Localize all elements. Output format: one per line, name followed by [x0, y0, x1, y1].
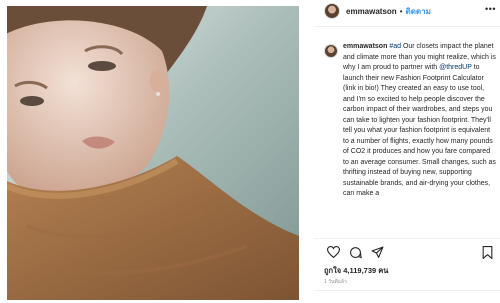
caption-mention[interactable]: @thredUP: [439, 64, 472, 71]
post-header: emmawatson • ติดตาม •••: [324, 0, 500, 22]
caption-username[interactable]: emmawatson: [343, 43, 387, 50]
heart-icon[interactable]: [324, 244, 342, 260]
separator-dot: •: [399, 6, 403, 16]
more-options-icon[interactable]: •••: [485, 4, 496, 14]
likes-count[interactable]: ถูกใจ 4,119,739 คน: [324, 265, 388, 277]
instagram-post: emmawatson • ติดตาม ••• emmawatson #ad O…: [0, 0, 500, 303]
post-actions: [324, 244, 500, 260]
post-image[interactable]: [7, 6, 299, 300]
share-icon[interactable]: [368, 244, 386, 260]
post-username[interactable]: emmawatson: [346, 7, 397, 16]
comment-icon[interactable]: [346, 244, 364, 260]
caption-text-part-2: to launch their new Fashion Footprint Ca…: [343, 64, 496, 197]
caption-avatar[interactable]: [324, 44, 338, 58]
caption-hashtag[interactable]: #ad: [389, 43, 401, 50]
avatar[interactable]: [324, 3, 340, 19]
actions-divider: [314, 238, 500, 239]
caption-text: emmawatson #ad Our closets impact the pl…: [343, 42, 497, 262]
post-photo: [7, 6, 299, 300]
comment-input-area[interactable]: [314, 290, 500, 303]
post-caption: emmawatson #ad Our closets impact the pl…: [324, 42, 500, 262]
header-divider: [314, 26, 500, 27]
post-sidebar: emmawatson • ติดตาม ••• emmawatson #ad O…: [314, 0, 500, 303]
post-timestamp[interactable]: 1 วันที่แล้ว: [324, 278, 347, 286]
follow-button[interactable]: ติดตาม: [406, 5, 431, 18]
bookmark-icon[interactable]: [478, 244, 496, 260]
